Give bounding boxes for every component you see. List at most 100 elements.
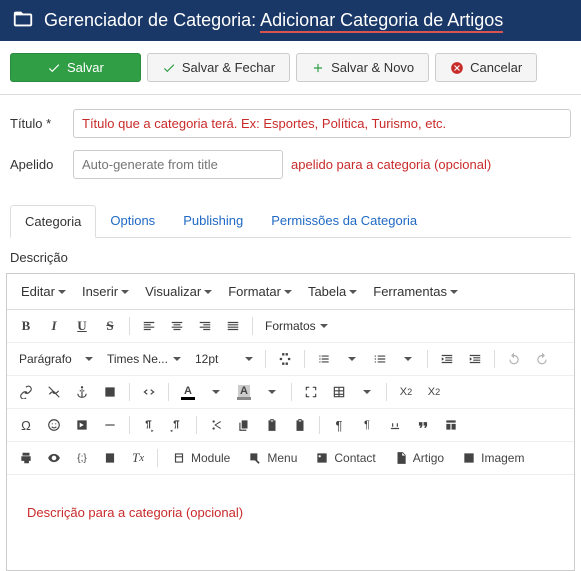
print-button[interactable] [13,446,39,470]
text-color-button[interactable]: A [175,380,201,404]
separator [168,383,169,401]
strikethrough-button[interactable]: S [97,314,123,338]
editor-content[interactable]: Descrição para a categoria (opcional) [7,475,574,570]
separator [252,317,253,335]
numbered-list-menu[interactable] [395,347,421,371]
align-justify-button[interactable] [220,314,246,338]
separator [291,383,292,401]
menu-insert[interactable]: Inserir [76,280,135,303]
caret-icon [450,290,458,294]
editor: Editar Inserir Visualizar Formatar Tabel… [6,273,575,571]
fullscreen-button[interactable] [298,380,324,404]
table-menu[interactable] [354,380,380,404]
insert-date-button[interactable] [97,446,123,470]
align-right-button[interactable] [192,314,218,338]
bg-color-menu[interactable] [259,380,285,404]
tab-category[interactable]: Categoria [10,205,96,238]
insert-image-button[interactable]: Imagem [454,446,532,470]
title-input[interactable] [73,109,571,138]
alias-input[interactable] [73,150,283,179]
caret-icon [204,290,212,294]
menu-table[interactable]: Tabela [302,280,363,303]
hr-button[interactable] [97,413,123,437]
media-button[interactable] [69,413,95,437]
tab-publishing[interactable]: Publishing [169,205,257,237]
undo-button[interactable] [501,347,527,371]
image-button[interactable] [97,380,123,404]
caret-icon [245,357,253,361]
insert-module-button[interactable]: Module [164,446,238,470]
menu-view[interactable]: Visualizar [139,280,218,303]
tab-permissions[interactable]: Permissões da Categoria [257,205,431,237]
formats-select[interactable]: Formatos [259,316,334,336]
blockquote-button[interactable] [410,413,436,437]
bg-color-button[interactable]: A [231,380,257,404]
paste-button[interactable] [259,413,285,437]
text-color-menu[interactable] [203,380,229,404]
page-header: Gerenciador de Categoria: Adicionar Cate… [0,0,581,41]
caret-icon [320,324,328,328]
menu-format[interactable]: Formatar [222,280,298,303]
fontsize-select[interactable]: 12pt [189,349,259,369]
insert-menu-button[interactable]: Menu [240,446,305,470]
insert-article-button[interactable]: Artigo [386,446,452,470]
table-button[interactable] [326,380,352,404]
caret-icon [212,390,220,394]
bullet-list-button[interactable] [311,347,337,371]
tab-options[interactable]: Options [96,205,169,237]
toolbar-row-1: B I U S Formatos [7,310,574,343]
cut-button[interactable] [203,413,229,437]
form-area: Título * Apelido apelido para a categori… [0,95,581,201]
caret-icon [268,390,276,394]
show-invisible-button[interactable]: ¶ [354,413,380,437]
bold-button[interactable]: B [13,314,39,338]
paragraph-select[interactable]: Parágrafo [13,349,99,369]
save-close-button[interactable]: Salvar & Fechar [147,53,290,82]
link-button[interactable] [13,380,39,404]
find-replace-button[interactable] [272,347,298,371]
clear-format-button[interactable]: Tx [125,446,151,470]
save-new-button[interactable]: Salvar & Novo [296,53,429,82]
bullet-list-menu[interactable] [339,347,365,371]
preview-button[interactable] [41,446,67,470]
toolbar-row-4: Ω ¶ ¶ [7,409,574,442]
italic-button[interactable]: I [41,314,67,338]
redo-button[interactable] [529,347,555,371]
unlink-button[interactable] [41,380,67,404]
caret-icon [363,390,371,394]
source-code-button[interactable] [136,380,162,404]
editor-menubar: Editar Inserir Visualizar Formatar Tabel… [7,274,574,310]
numbered-list-button[interactable] [367,347,393,371]
paste-text-button[interactable] [287,413,313,437]
show-blocks-button[interactable]: ¶ [326,413,352,437]
cancel-button[interactable]: Cancelar [435,53,537,82]
emoticon-button[interactable] [41,413,67,437]
save-button[interactable]: Salvar [10,53,141,82]
menu-tools[interactable]: Ferramentas [367,280,464,303]
indent-button[interactable] [462,347,488,371]
superscript-button[interactable]: X2 [421,380,447,404]
align-left-button[interactable] [136,314,162,338]
copy-button[interactable] [231,413,257,437]
ltr-button[interactable] [136,413,162,437]
separator [129,383,130,401]
align-center-button[interactable] [164,314,190,338]
page-title: Gerenciador de Categoria: Adicionar Cate… [44,10,503,31]
special-char-button[interactable]: Ω [13,413,39,437]
outdent-button[interactable] [434,347,460,371]
underline-button[interactable]: U [69,314,95,338]
anchor-button[interactable] [69,380,95,404]
subscript-button[interactable]: X2 [393,380,419,404]
codesample-button[interactable]: {;} [69,446,95,470]
alias-label: Apelido [10,157,65,172]
caret-icon [58,290,66,294]
nbsp-button[interactable] [382,413,408,437]
rtl-button[interactable] [164,413,190,437]
caret-icon [349,290,357,294]
insert-contact-button[interactable]: Contact [307,446,383,470]
separator [494,350,495,368]
font-select[interactable]: Times Ne... [101,349,187,369]
menu-edit[interactable]: Editar [15,280,72,303]
template-button[interactable] [438,413,464,437]
separator [196,416,197,434]
